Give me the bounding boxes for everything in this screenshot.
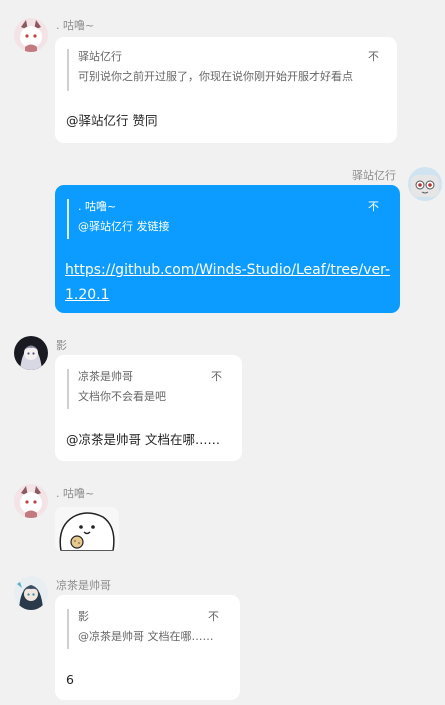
quoted-message[interactable]: 凉茶是帅哥 文档你不会看是吧 不 — [67, 369, 222, 409]
message-bubble[interactable]: 驿站亿行 可别说你之前开过服了，你现在说你刚开始开服才好看点 不 @驿站亿行 赞… — [55, 37, 397, 143]
quote-close[interactable]: 不 — [211, 369, 222, 385]
quote-author: 驿站亿行 — [78, 50, 122, 63]
avatar[interactable] — [14, 18, 48, 52]
avatar[interactable] — [14, 484, 48, 518]
quote-text: 可别说你之前开过服了，你现在说你刚开始开服才好看点 — [78, 70, 353, 83]
message-text: @凉茶是帅哥 文档在哪…… — [66, 432, 220, 447]
quoted-message[interactable]: 驿站亿行 可别说你之前开过服了，你现在说你刚开始开服才好看点 不 — [67, 49, 379, 91]
avatar[interactable] — [14, 576, 48, 610]
quote-author: . 咕噜~ — [78, 200, 117, 213]
message-text: 6 — [66, 672, 74, 687]
quote-author: 凉茶是帅哥 — [78, 370, 133, 383]
message-link[interactable]: https://github.com/Winds-Studio/Leaf/tre… — [65, 258, 395, 308]
quote-close[interactable]: 不 — [368, 49, 379, 65]
sender-name: 凉茶是帅哥 — [56, 579, 111, 592]
message-text: @驿站亿行 赞同 — [66, 113, 158, 128]
quoted-message[interactable]: . 咕噜~ @驿站亿行 发链接 不 — [67, 199, 379, 239]
avatar[interactable] — [14, 336, 48, 370]
quote-close[interactable]: 不 — [368, 199, 379, 215]
sender-name: 影 — [56, 339, 67, 352]
message-bubble[interactable]: 影 @凉茶是帅哥 文档在哪…… 不 6 — [55, 595, 240, 700]
sticker-image[interactable] — [55, 507, 119, 551]
message-bubble[interactable]: 凉茶是帅哥 文档你不会看是吧 不 @凉茶是帅哥 文档在哪…… — [55, 355, 242, 461]
sender-name: 驿站亿行 — [352, 169, 396, 182]
quote-text: 文档你不会看是吧 — [78, 390, 166, 403]
quoted-message[interactable]: 影 @凉茶是帅哥 文档在哪…… 不 — [67, 609, 219, 649]
sender-name: . 咕噜~ — [56, 487, 95, 500]
quote-close[interactable]: 不 — [208, 609, 219, 625]
sender-name: . 咕噜~ — [56, 19, 95, 32]
message-bubble[interactable]: . 咕噜~ @驿站亿行 发链接 不 https://github.com/Win… — [55, 185, 400, 313]
quote-author: 影 — [78, 610, 89, 623]
avatar[interactable] — [408, 167, 442, 201]
quote-text: @凉茶是帅哥 文档在哪…… — [78, 630, 214, 643]
quote-text: @驿站亿行 发链接 — [78, 220, 170, 233]
